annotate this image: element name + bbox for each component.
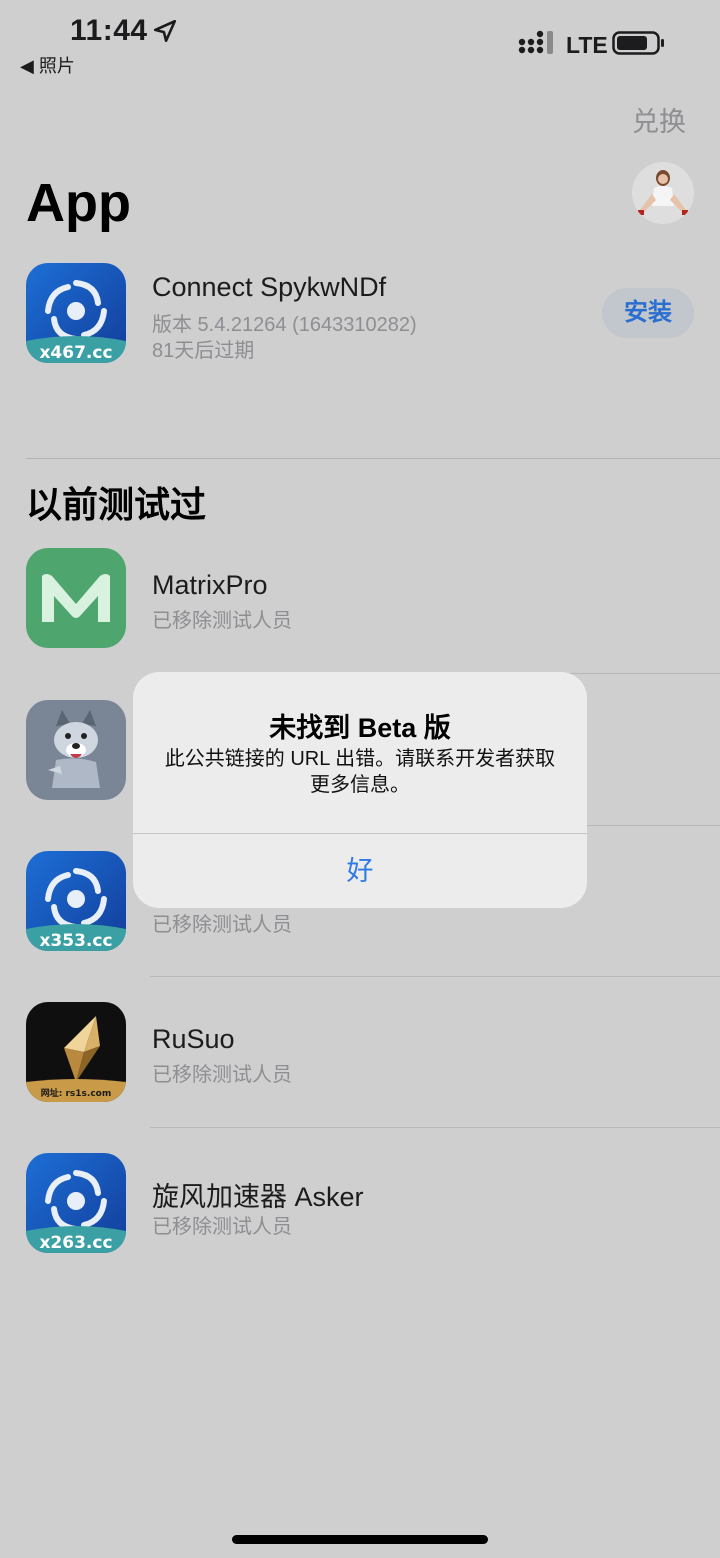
- redeem-button[interactable]: 兑换: [632, 100, 686, 139]
- alert-title: 未找到 Beta 版: [269, 713, 451, 743]
- app-status: 已移除测试人员: [152, 914, 292, 936]
- app-version: 版本 5.4.21264 (1643310282): [152, 314, 417, 336]
- row-divider: [150, 1127, 720, 1128]
- section-title: 以前测试过: [26, 484, 207, 525]
- svg-text:x467.cc: x467.cc: [39, 343, 112, 363]
- battery-icon: [612, 31, 664, 55]
- status-time: 11:44: [70, 14, 148, 47]
- matrix-m-icon[interactable]: [26, 548, 126, 648]
- status-bar: 11:44 ◀ 照片 LTE: [0, 0, 720, 80]
- alert-message: 此公共链接的 URL 出错。请联系开发者获取更多信息。: [164, 748, 556, 796]
- install-button[interactable]: 安装: [602, 288, 694, 338]
- app-expiry: 81天后过期: [152, 340, 255, 362]
- page-title: App: [26, 173, 131, 233]
- svg-text:x353.cc: x353.cc: [39, 931, 112, 951]
- row-divider: [150, 976, 720, 977]
- section-divider: [26, 458, 720, 459]
- home-indicator[interactable]: [232, 1535, 488, 1544]
- swirl-icon[interactable]: x263.cc: [26, 1153, 126, 1253]
- wolf-cartoon-icon[interactable]: [26, 700, 126, 800]
- app-name: RuSuo: [152, 1024, 235, 1054]
- location-arrow-icon: [153, 19, 177, 43]
- app-name: MatrixPro: [152, 570, 268, 600]
- svg-text:x263.cc: x263.cc: [39, 1233, 112, 1253]
- back-to-photos-link[interactable]: ◀ 照片: [20, 52, 75, 78]
- ok-button[interactable]: 好: [133, 834, 587, 908]
- swirl-icon[interactable]: x353.cc: [26, 851, 126, 951]
- app-name: 旋风加速器 Asker: [152, 1182, 364, 1212]
- network-type: LTE: [566, 32, 608, 58]
- avatar[interactable]: [632, 162, 694, 224]
- app-name: Connect SpykwNDf: [152, 272, 387, 302]
- app-status: 已移除测试人员: [152, 1216, 292, 1238]
- diamond-icon[interactable]: 网址: rs1s.com: [26, 1002, 126, 1102]
- app-status: 已移除测试人员: [152, 610, 292, 632]
- signal-icon: [518, 30, 553, 54]
- app-status: 已移除测试人员: [152, 1064, 292, 1086]
- svg-text:网址: rs1s.com: 网址: rs1s.com: [41, 1087, 111, 1099]
- app-icon-connect[interactable]: x467.cc: [26, 263, 126, 363]
- alert-dialog: 未找到 Beta 版 此公共链接的 URL 出错。请联系开发者获取更多信息。 好: [133, 672, 587, 908]
